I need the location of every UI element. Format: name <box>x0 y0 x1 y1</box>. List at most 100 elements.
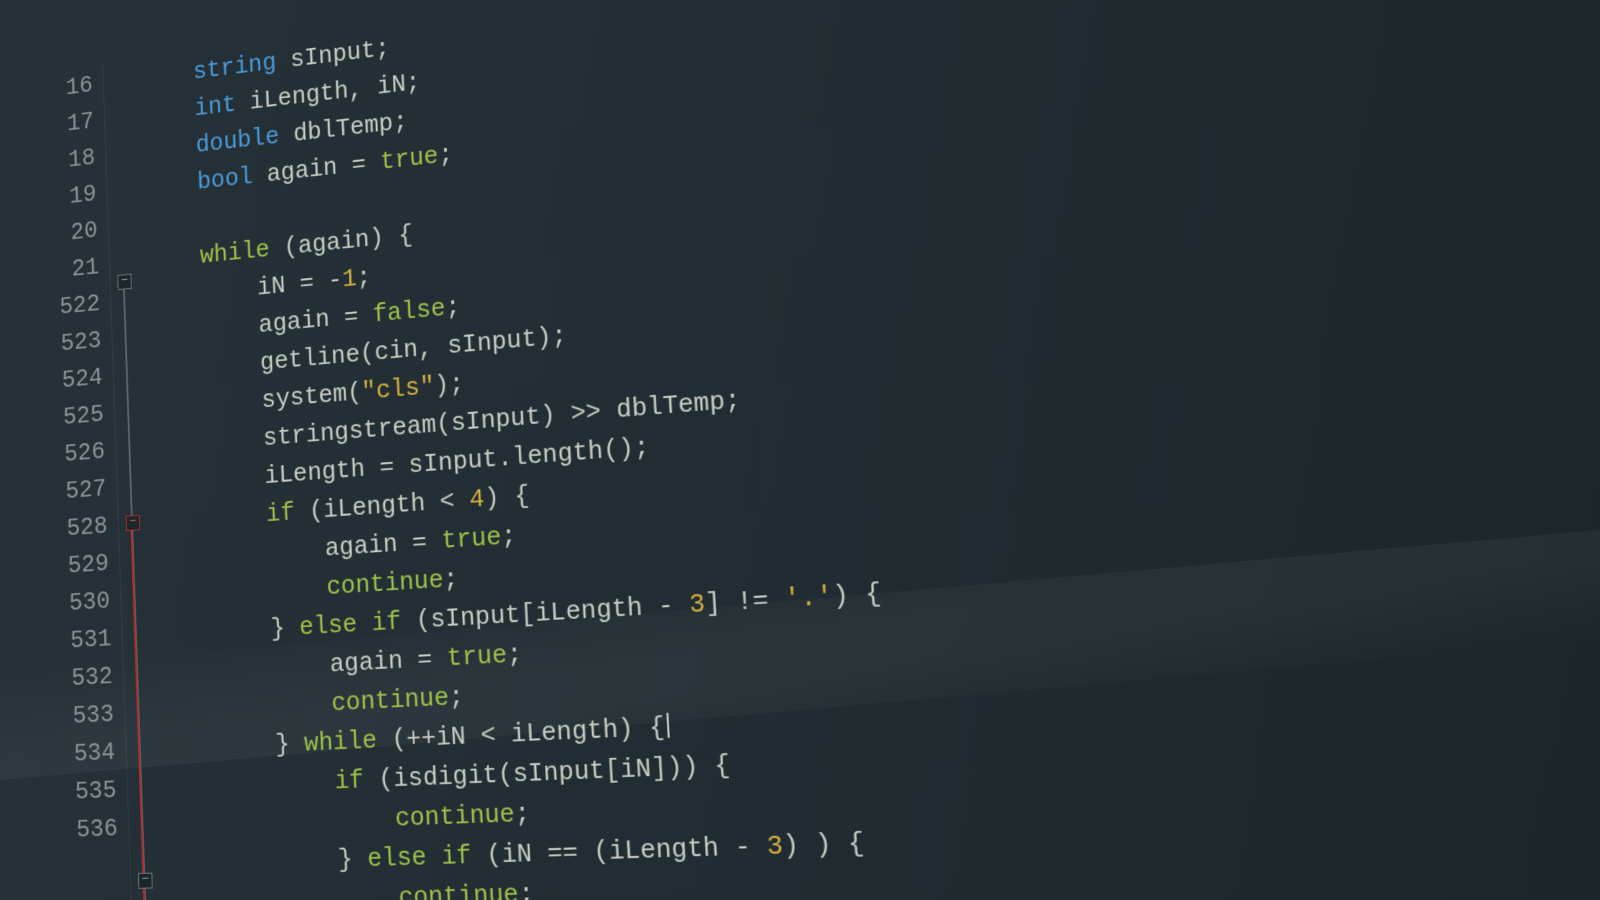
line-number: 530 <box>52 582 113 623</box>
token-ident <box>160 688 332 726</box>
token-ident: iN <box>435 720 481 752</box>
token-ident <box>158 614 272 650</box>
token-ident: sInput <box>432 324 537 363</box>
token-punc: , <box>348 74 364 104</box>
token-bool: false <box>372 293 446 329</box>
token-op: < <box>439 486 455 517</box>
token-ident <box>289 729 305 760</box>
line-number: 525 <box>46 396 106 438</box>
token-punc: ) <box>540 400 557 431</box>
token-ident: sInput <box>430 599 521 634</box>
line-number: 522 <box>43 285 103 327</box>
token-kw: while <box>304 725 378 758</box>
line-number: 536 <box>59 810 120 850</box>
token-punc: { <box>398 220 414 251</box>
token-ident: again <box>297 224 370 260</box>
token-ident: iLength <box>323 487 441 525</box>
token-ident <box>163 766 335 803</box>
token-ident <box>284 613 300 643</box>
code-editor[interactable]: 1617181920215225235245255265275285295305… <box>36 0 1600 900</box>
token-ident: isdigit <box>393 760 499 795</box>
token-ident <box>400 606 416 637</box>
line-number: 531 <box>53 620 114 661</box>
line-number: 527 <box>48 470 108 512</box>
token-punc: ) <box>814 829 832 861</box>
token-punc: ( <box>378 764 394 795</box>
token-punc: ( <box>391 724 407 755</box>
token-punc: ( <box>283 232 298 262</box>
token-ident <box>156 572 327 612</box>
token-punc: { <box>713 750 731 782</box>
token-kw: continue <box>326 565 444 602</box>
token-ident <box>313 267 328 297</box>
code-area[interactable]: string sInput; int iLength, iN; double d… <box>126 0 902 900</box>
token-punc: ( <box>359 338 375 369</box>
token-ident: iLength <box>495 714 619 750</box>
token-ident <box>164 803 395 841</box>
token-ident <box>294 497 310 527</box>
token-op: == <box>547 837 579 869</box>
token-ident: iN <box>362 69 406 103</box>
token-str: '.' <box>783 581 833 615</box>
token-punc: ( <box>593 836 610 868</box>
token-num: 1 <box>342 264 358 294</box>
line-number: 524 <box>45 359 105 401</box>
token-ident <box>426 526 442 557</box>
token-punc: ; <box>356 262 372 293</box>
token-punc: ( <box>436 409 452 440</box>
token-op: ++ <box>406 723 437 755</box>
token-punc: { <box>864 578 882 611</box>
fold-toggle-icon[interactable]: − <box>138 873 153 889</box>
token-punc: { <box>847 828 865 861</box>
token-punc: . <box>497 443 513 474</box>
token-ident <box>154 500 267 537</box>
line-number: 528 <box>49 507 109 548</box>
token-ident <box>555 399 572 430</box>
token-ident <box>363 765 379 796</box>
token-op: = <box>351 149 367 179</box>
token-punc: ; <box>443 564 459 595</box>
token-ident: iLength <box>535 591 659 629</box>
token-ident: sInput <box>512 755 605 790</box>
line-number: 535 <box>58 771 119 811</box>
token-ident <box>167 882 399 900</box>
token-punc: ; <box>445 292 461 323</box>
line-number: 21 <box>41 249 101 291</box>
token-num: 4 <box>469 484 485 515</box>
fold-toggle-icon[interactable]: − <box>117 274 131 290</box>
token-punc: ; <box>392 107 408 138</box>
token-punc: ( <box>415 605 431 636</box>
fold-toggle-icon[interactable]: − <box>126 515 141 531</box>
token-kw: continue <box>331 682 450 718</box>
token-op: = <box>299 268 314 298</box>
token-bool: true <box>446 640 507 674</box>
token-punc: ) <box>618 433 635 465</box>
token-punc: [ <box>604 754 621 786</box>
token-punc: ; <box>448 369 464 400</box>
token-punc: [ <box>519 599 536 630</box>
token-punc: ; <box>506 639 523 670</box>
token-punc: ) <box>536 322 553 353</box>
token-punc: ( <box>486 839 503 870</box>
line-number: 533 <box>55 695 116 736</box>
line-number: 20 <box>40 212 100 255</box>
token-ident: sInput <box>393 444 498 482</box>
token-ident <box>357 608 373 639</box>
token-kw: if <box>441 840 472 872</box>
token-ident: length <box>512 436 604 473</box>
token-ident <box>166 845 339 880</box>
token-op: != <box>736 585 770 618</box>
token-punc: ( <box>347 378 363 409</box>
token-ident: iLength <box>608 832 736 867</box>
token-punc: ; <box>448 682 464 713</box>
token-punc: { <box>648 712 665 744</box>
token-punc: ) <box>682 751 700 783</box>
token-ident <box>432 643 448 674</box>
token-str: "cls" <box>361 371 435 407</box>
token-op: >> <box>570 396 602 429</box>
token-op: = <box>379 452 395 483</box>
token-punc: ; <box>514 798 531 829</box>
token-ident <box>138 58 194 93</box>
token-punc: ( <box>308 496 324 526</box>
token-ident: iN <box>619 753 652 785</box>
